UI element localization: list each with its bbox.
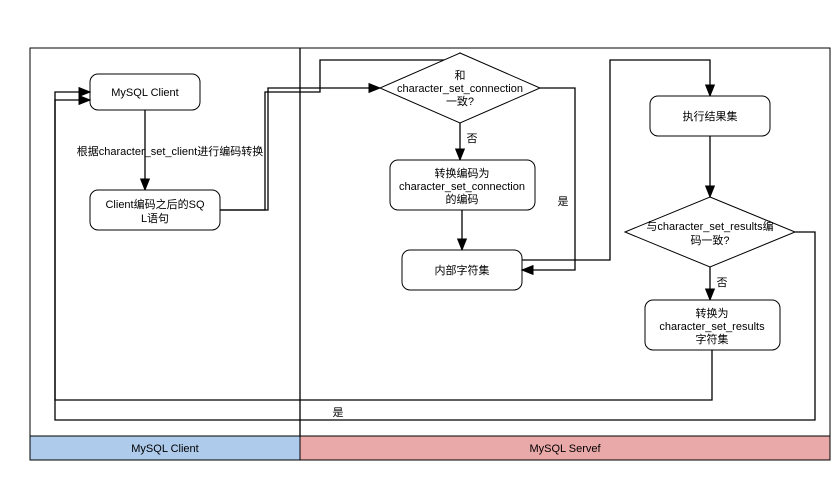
node-convert-connection-line3: 的编码 <box>446 192 479 206</box>
node-decision-connection-line1: 和 <box>455 69 466 82</box>
node-client-encoded-sql-line2: L语句 <box>141 212 169 225</box>
edge-c-to-d-label: 否 <box>467 133 478 145</box>
node-convert-connection-line2: character_set_connection <box>399 181 525 193</box>
edge-g-to-h-label: 否 <box>717 277 728 289</box>
node-decision-connection-line3: 一致? <box>446 94 474 108</box>
swimlane-client-label: MySQL Client <box>131 443 198 455</box>
swimlane-server-label: MySQL Servef <box>529 443 601 455</box>
edge-client-to-encoded-label: 根据character_set_client进行编码转换 <box>77 144 263 158</box>
edge-g-yes-label: 是 <box>333 406 344 419</box>
node-decision-results-line1: 与character_set_results编 <box>646 219 773 233</box>
node-convert-results-line2: character_set_results <box>659 321 765 333</box>
node-convert-results-line3: 字符集 <box>696 332 729 346</box>
edge-h-to-a <box>55 92 712 400</box>
node-client-encoded-sql-line1: Client编码之后的SQ <box>105 197 204 211</box>
node-internal-charset-label: 内部字符集 <box>435 263 490 277</box>
edge-c-to-e-yes-label: 是 <box>558 195 569 208</box>
node-decision-connection-line2: character_set_connection <box>397 83 523 95</box>
node-mysql-client-label: MySQL Client <box>111 87 178 99</box>
node-execute-result-label: 执行结果集 <box>683 109 738 123</box>
node-decision-results-line2: 码一致? <box>690 233 729 247</box>
node-convert-connection-line1: 转换编码为 <box>435 166 490 180</box>
node-convert-results-line1: 转换为 <box>696 306 729 320</box>
